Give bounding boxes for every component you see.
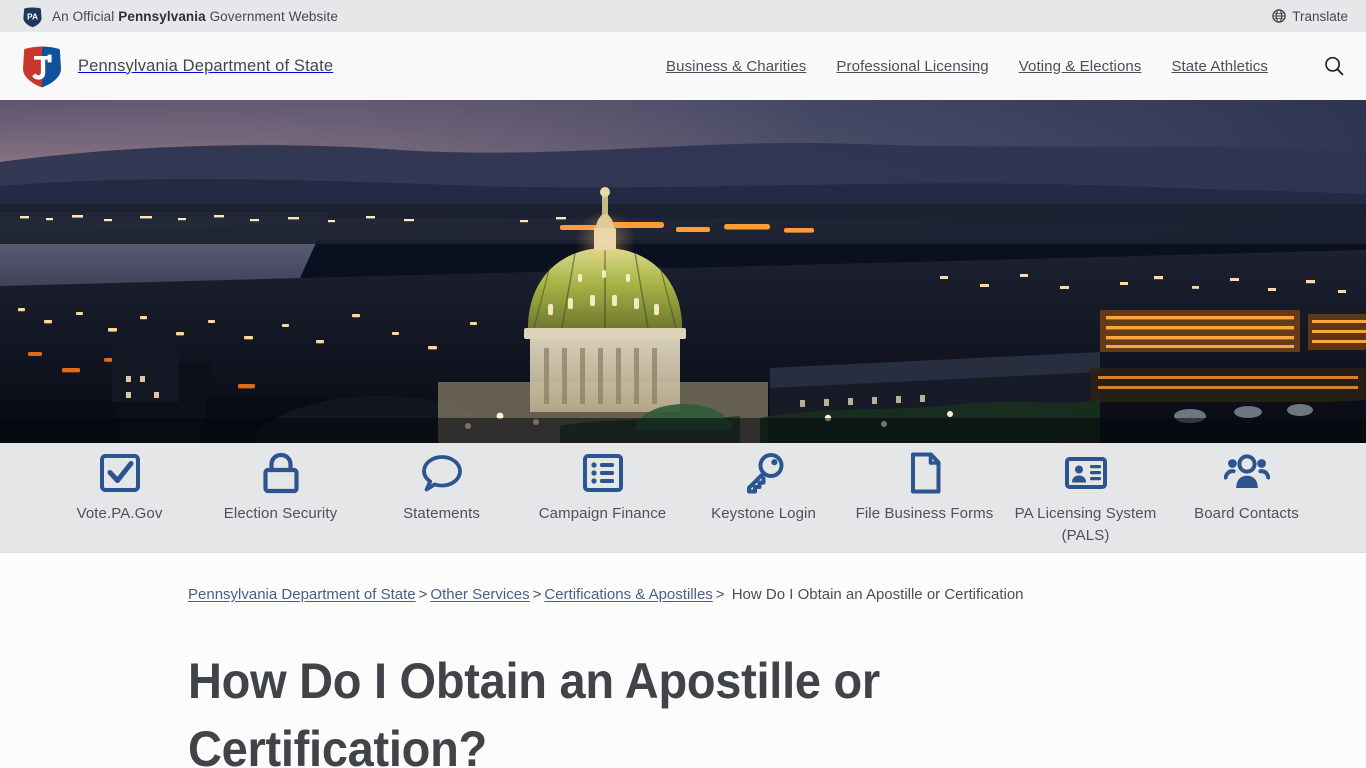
quicklink-board-contacts[interactable]: Board Contacts [1166, 449, 1327, 525]
lock-icon [258, 449, 304, 497]
checkbox-check-icon [97, 449, 143, 497]
banner-text-pre: An Official [52, 8, 119, 24]
main-content: Pennsylvania Department of State > Other S… [0, 553, 1366, 768]
brand-name: Pennsylvania Department of State [78, 56, 334, 75]
nav-item-state-athletics[interactable]: State Athletics [1171, 58, 1268, 75]
breadcrumb-link-home[interactable]: Pennsylvania Department of State [188, 586, 416, 603]
list-detail-icon [580, 449, 626, 497]
primary-navigation: Business & Charities Professional Licens… [666, 54, 1350, 78]
site-header: Pennsylvania Department of State Busines… [0, 32, 1366, 100]
key-icon [741, 449, 787, 497]
pa-department-of-state-logo-icon [20, 43, 64, 89]
banner-left-group: PA An Official Pennsylvania Government W… [22, 4, 338, 28]
quicklink-file-business-forms[interactable]: File Business Forms [844, 449, 1005, 525]
page-title: How Do I Obtain an Apostille or Certific… [188, 653, 880, 768]
quicklink-label: Keystone Login [711, 505, 816, 522]
quick-links-bar: Vote.PA.Gov Election Security Statements [0, 443, 1366, 553]
breadcrumb-link-other-services[interactable]: Other Services [430, 586, 529, 603]
quicklink-pa-licensing-system[interactable]: PA Licensing System (PALS) [1005, 449, 1166, 547]
breadcrumb-link-certifications-apostilles[interactable]: Certifications & Apostilles [544, 586, 712, 603]
content-wrapper: Pennsylvania Department of State > Other S… [183, 581, 1183, 768]
quicklink-label: Board Contacts [1194, 505, 1299, 522]
quicklink-label: PA Licensing System (PALS) [1014, 505, 1157, 544]
quicklink-label: Statements [403, 505, 480, 522]
quicklink-label: File Business Forms [855, 505, 994, 522]
site-logo-link[interactable]: Pennsylvania Department of State [20, 43, 333, 89]
official-government-banner: PA An Official Pennsylvania Government W… [0, 0, 1366, 32]
banner-text-post: Government Website [205, 8, 338, 24]
nav-item-business-charities[interactable]: Business & Charities [666, 58, 806, 75]
breadcrumb-current-page: How Do I Obtain an Apostille or Certific… [731, 586, 1024, 603]
search-icon[interactable] [1322, 54, 1346, 78]
breadcrumb-separator: > [715, 586, 725, 603]
quicklink-label: Vote.PA.Gov [76, 505, 163, 522]
quicklink-campaign-finance[interactable]: Campaign Finance [522, 449, 683, 525]
speech-bubble-icon [419, 449, 465, 497]
banner-text: An Official Pennsylvania Government Webs… [52, 9, 338, 24]
quicklink-label: Election Security [223, 505, 338, 522]
banner-text-bold: Pennsylvania [118, 8, 206, 24]
breadcrumb: Pennsylvania Department of State > Other S… [188, 581, 1098, 609]
nav-item-voting-elections[interactable]: Voting & Elections [1019, 58, 1142, 75]
quicklink-vote-pa-gov[interactable]: Vote.PA.Gov [39, 449, 200, 525]
quicklink-keystone-login[interactable]: Keystone Login [683, 449, 844, 525]
breadcrumb-separator: > [418, 586, 428, 603]
breadcrumb-separator: > [532, 586, 542, 603]
people-group-icon [1223, 449, 1270, 497]
document-page-icon [902, 449, 948, 497]
quicklink-statements[interactable]: Statements [361, 449, 522, 525]
svg-text:PA: PA [27, 11, 38, 21]
globe-icon [1272, 9, 1286, 23]
pa-keystone-badge-icon: PA [22, 4, 43, 28]
id-card-icon [1063, 449, 1109, 497]
quicklink-election-security[interactable]: Election Security [200, 449, 361, 525]
nav-item-professional-licensing[interactable]: Professional Licensing [836, 58, 988, 75]
hero-capitol-night-photo [0, 100, 1366, 443]
translate-button[interactable]: Translate [1272, 9, 1348, 24]
quicklink-label: Campaign Finance [538, 505, 667, 522]
translate-label: Translate [1292, 8, 1348, 24]
